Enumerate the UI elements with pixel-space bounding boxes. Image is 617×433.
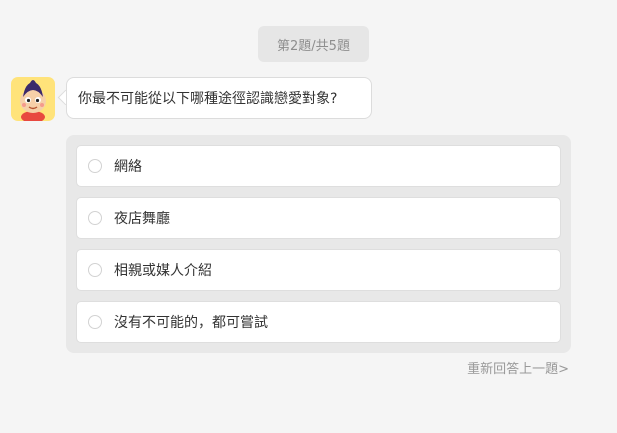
option-1[interactable]: 網絡 bbox=[76, 145, 561, 187]
option-2[interactable]: 夜店舞廳 bbox=[76, 197, 561, 239]
radio-icon[interactable] bbox=[88, 211, 102, 225]
option-3[interactable]: 相親或媒人介紹 bbox=[76, 249, 561, 291]
radio-icon[interactable] bbox=[88, 315, 102, 329]
question-text: 你最不可能從以下哪種途徑認識戀愛對象? bbox=[78, 91, 338, 107]
redo-previous-link[interactable]: 重新回答上一題> bbox=[467, 358, 569, 377]
options-panel: 網絡 夜店舞廳 相親或媒人介紹 沒有不可能的，都可嘗試 bbox=[66, 135, 571, 353]
option-label: 網絡 bbox=[114, 159, 142, 175]
option-label: 相親或媒人介紹 bbox=[114, 263, 212, 279]
question-counter: 第2題/共5題 bbox=[258, 26, 369, 62]
radio-icon[interactable] bbox=[88, 263, 102, 277]
question-bubble: 你最不可能從以下哪種途徑認識戀愛對象? bbox=[66, 77, 372, 119]
option-label: 夜店舞廳 bbox=[114, 211, 170, 227]
avatar-icon bbox=[11, 77, 55, 121]
option-4[interactable]: 沒有不可能的，都可嘗試 bbox=[76, 301, 561, 343]
radio-icon[interactable] bbox=[88, 159, 102, 173]
option-label: 沒有不可能的，都可嘗試 bbox=[114, 315, 268, 331]
